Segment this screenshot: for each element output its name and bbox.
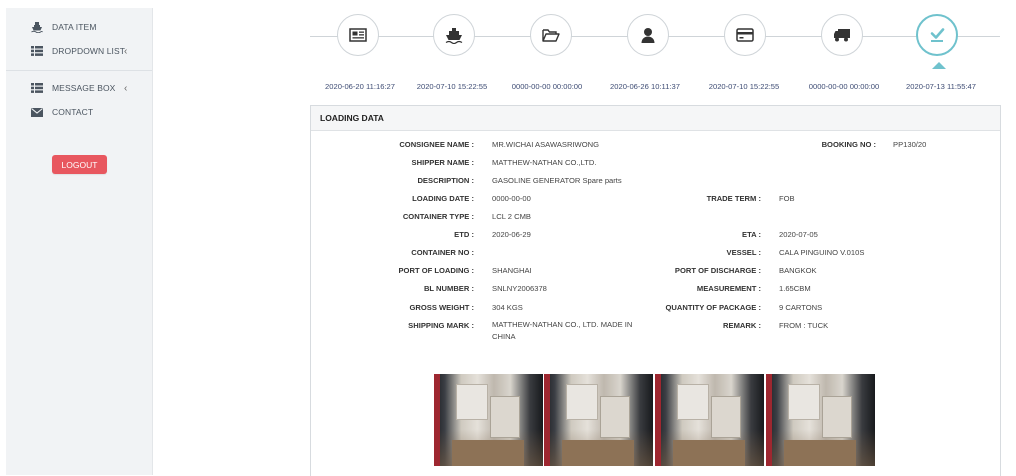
vessel-value: CALA PINGUINO V.010S	[779, 248, 865, 257]
sidebar-item-label: DATA ITEM	[52, 22, 97, 32]
description-value: GASOLINE GENERATOR Spare parts	[492, 176, 622, 185]
sidebar-item-message-box[interactable]: MESSAGE BOX ‹	[6, 77, 152, 99]
gross-weight-value: 304 KGS	[492, 303, 523, 312]
panel-title: LOADING DATA	[311, 106, 1000, 131]
truck-icon	[833, 28, 851, 42]
sidebar-divider	[6, 70, 152, 71]
shipping-mark-label: SHIPPING MARK :	[408, 321, 474, 330]
container-type-label: CONTAINER TYPE :	[402, 212, 474, 221]
port-of-loading-label: PORT OF LOADING :	[398, 266, 474, 275]
loading-date-value: 0000-00-00	[492, 194, 531, 203]
shipping-mark-value: MATTHEW-NATHAN CO., LTD. MADE IN CHINA	[492, 320, 633, 341]
list-icon	[31, 45, 43, 57]
active-step-caret	[932, 62, 946, 69]
consignee-name-label: CONSIGNEE NAME :	[399, 140, 474, 149]
step-payment[interactable]	[724, 14, 766, 56]
booking-no-label: BOOKING NO :	[821, 140, 876, 149]
step-date: 2020-07-13 11:55:47	[906, 82, 976, 91]
booking-no-value: PP130/20	[893, 140, 927, 149]
cargo-photo[interactable]	[766, 374, 875, 466]
cargo-photo[interactable]	[655, 374, 764, 466]
trade-term-label: TRADE TERM :	[706, 194, 761, 203]
check-icon	[928, 27, 946, 43]
trade-term-value: FOB	[779, 194, 795, 203]
step-folder[interactable]	[530, 14, 572, 56]
user-icon	[640, 27, 656, 43]
measurement-value: 1.65CBM	[779, 284, 811, 293]
remark-label: REMARK :	[723, 321, 761, 330]
quantity-of-package-label: QUANTITY OF PACKAGE :	[665, 303, 762, 312]
container-no-label: CONTAINER NO :	[411, 248, 474, 257]
ship-icon	[31, 21, 43, 33]
bl-number-value: SNLNY2006378	[492, 284, 547, 293]
chevron-left-icon: ‹	[124, 45, 128, 57]
port-of-loading-value: SHANGHAI	[492, 266, 532, 275]
credit-card-icon	[736, 28, 754, 42]
list-icon	[31, 82, 43, 94]
step-document[interactable]	[337, 14, 379, 56]
sidebar-item-data-item[interactable]: DATA ITEM	[6, 16, 152, 38]
chevron-left-icon: ‹	[124, 82, 128, 94]
bl-number-label: BL NUMBER :	[423, 284, 474, 293]
shipper-name-label: SHIPPER NAME :	[411, 158, 474, 167]
gross-weight-label: GROSS WEIGHT :	[409, 303, 474, 312]
loading-data-panel: LOADING DATA CONSIGNEE NAME : MR.WICHAI …	[310, 105, 1001, 476]
vessel-label: VESSEL :	[726, 248, 761, 257]
quantity-of-package-value: 9 CARTONS	[779, 303, 823, 312]
document-icon	[349, 28, 367, 42]
sidebar-item-contact[interactable]: CONTACT	[6, 101, 152, 123]
sidebar-item-label: MESSAGE BOX	[52, 83, 116, 93]
eta-label: ETA :	[742, 230, 761, 239]
step-complete[interactable]	[916, 14, 958, 56]
step-delivery[interactable]	[821, 14, 863, 56]
cargo-photo[interactable]	[434, 374, 543, 466]
envelope-icon	[31, 106, 43, 118]
sidebar-item-label: CONTACT	[52, 107, 94, 117]
step-date: 0000-00-00 00:00:00	[511, 82, 583, 91]
step-date: 2020-07-10 15:22:55	[416, 82, 488, 91]
measurement-label: MEASUREMENT :	[696, 284, 761, 293]
sidebar-item-dropdown-list[interactable]: DROPDOWN LIST ‹	[6, 40, 152, 62]
sidebar: DATA ITEM DROPDOWN LIST ‹ MESSAGE BOX ‹ …	[6, 8, 153, 475]
consignee-name-value: MR.WICHAI ASAWASRIWONG	[492, 140, 600, 149]
cargo-photo[interactable]	[544, 374, 653, 466]
step-date: 0000-00-00 00:00:00	[808, 82, 880, 91]
etd-value: 2020-06-29	[492, 230, 531, 239]
loading-date-label: LOADING DATE :	[412, 194, 474, 203]
etd-label: ETD :	[454, 230, 474, 239]
logout-button[interactable]: LOGOUT	[52, 155, 107, 174]
step-ship[interactable]	[433, 14, 475, 56]
step-date: 2020-06-26 10:11:37	[610, 82, 680, 91]
folder-open-icon	[542, 28, 560, 42]
port-of-discharge-label: PORT OF DISCHARGE :	[674, 266, 761, 275]
eta-value: 2020-07-05	[779, 230, 818, 239]
ship-icon	[445, 26, 463, 44]
step-user[interactable]	[627, 14, 669, 56]
container-type-value: LCL 2 CMB	[492, 212, 531, 221]
step-date: 2020-07-10 15:22:55	[708, 82, 780, 91]
description-label: DESCRIPTION :	[417, 176, 474, 185]
step-date: 2020-06-20 11:16:27	[325, 82, 395, 91]
remark-value: FROM : TUCK	[779, 321, 829, 330]
sidebar-item-label: DROPDOWN LIST	[52, 46, 126, 56]
shipper-name-value: MATTHEW-NATHAN CO.,LTD.	[492, 158, 597, 167]
port-of-discharge-value: BANGKOK	[779, 266, 817, 275]
